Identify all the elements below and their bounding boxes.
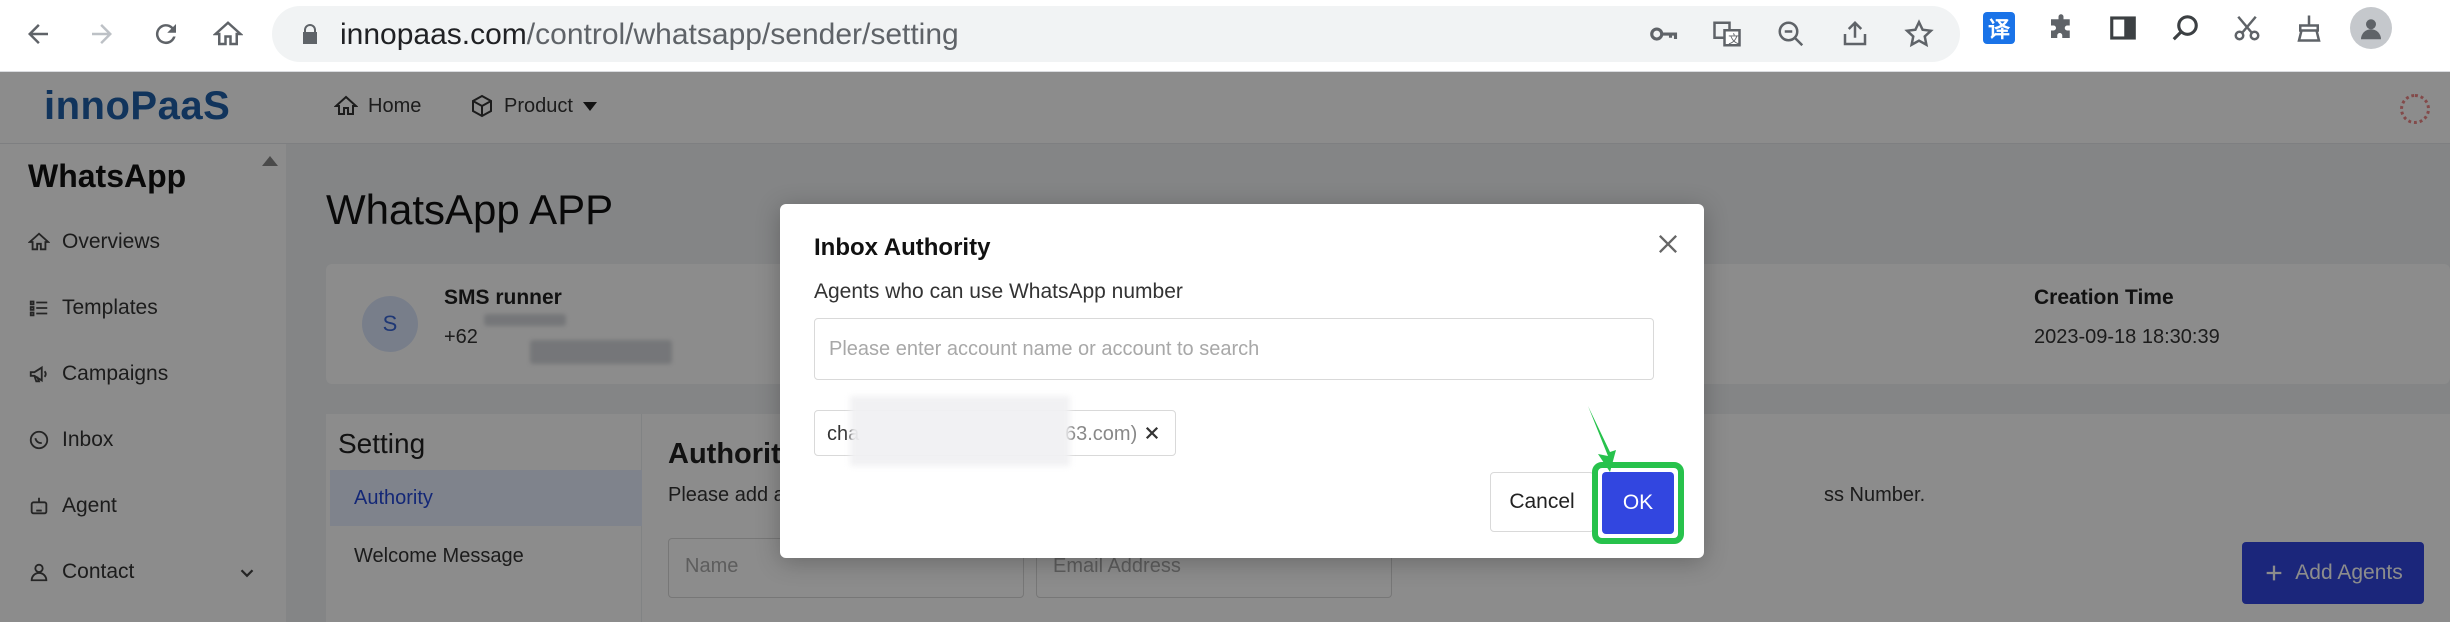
url-path: /control/whatsapp/sender/setting xyxy=(526,18,959,51)
ok-button[interactable]: OK xyxy=(1602,472,1674,534)
screenshot-button[interactable] xyxy=(2224,10,2270,46)
extensions-button[interactable] xyxy=(2038,10,2084,46)
translate-page-button[interactable]: 文 xyxy=(1704,16,1750,52)
translate-extension-button[interactable]: 译 xyxy=(1976,10,2022,46)
profile-button[interactable] xyxy=(2348,7,2394,49)
svg-text:文: 文 xyxy=(1728,32,1739,46)
share-button[interactable] xyxy=(1832,16,1878,52)
share-icon xyxy=(1843,20,1867,46)
zoom-out-icon xyxy=(1778,21,1804,47)
broom-icon xyxy=(2297,15,2321,42)
home-icon xyxy=(213,21,243,46)
forward-button[interactable] xyxy=(80,12,124,56)
key-icon xyxy=(1650,27,1678,41)
url-text: innopaas.com/control/whatsapp/sender/set… xyxy=(340,18,959,52)
back-arrow-icon xyxy=(28,24,48,44)
translate-icon: 文 xyxy=(1713,21,1741,47)
search-icon xyxy=(2172,15,2198,41)
profile-avatar-icon xyxy=(2350,7,2392,49)
url-domain: innopaas.com xyxy=(340,18,527,51)
lock-icon xyxy=(303,24,317,44)
star-icon xyxy=(1904,19,1934,48)
search-extension-button[interactable] xyxy=(2162,10,2208,46)
address-bar[interactable]: innopaas.com/control/whatsapp/sender/set… xyxy=(272,6,1960,62)
dialog-title: Inbox Authority xyxy=(814,234,991,261)
password-key-button[interactable] xyxy=(1640,16,1686,52)
puzzle-icon xyxy=(2051,14,2070,38)
reload-button[interactable] xyxy=(144,12,188,56)
account-search-input[interactable] xyxy=(814,318,1654,380)
cancel-button[interactable]: Cancel xyxy=(1490,472,1594,532)
cleaner-button[interactable] xyxy=(2286,10,2332,46)
close-icon[interactable] xyxy=(1654,230,1682,258)
translate-extension-icon: 译 xyxy=(1983,12,2015,44)
side-panel-icon xyxy=(2110,16,2136,40)
browser-toolbar: innopaas.com/control/whatsapp/sender/set… xyxy=(0,0,2450,72)
dialog-subtitle: Agents who can use WhatsApp number xyxy=(814,280,1183,303)
home-button[interactable] xyxy=(206,12,250,56)
remove-tag-icon[interactable] xyxy=(1143,424,1161,442)
redacted-account xyxy=(850,396,1070,466)
scissors-icon xyxy=(2234,15,2260,41)
bookmark-button[interactable] xyxy=(1896,16,1942,52)
back-button[interactable] xyxy=(16,12,60,56)
pointer-arrow-icon xyxy=(1588,406,1616,472)
zoom-button[interactable] xyxy=(1768,16,1814,52)
reload-icon xyxy=(155,24,176,45)
forward-arrow-icon xyxy=(92,24,112,44)
inbox-authority-dialog: Inbox Authority Agents who can use Whats… xyxy=(780,204,1704,558)
tag-label-end: 63.com) xyxy=(1065,423,1138,445)
side-panel-button[interactable] xyxy=(2100,10,2146,46)
